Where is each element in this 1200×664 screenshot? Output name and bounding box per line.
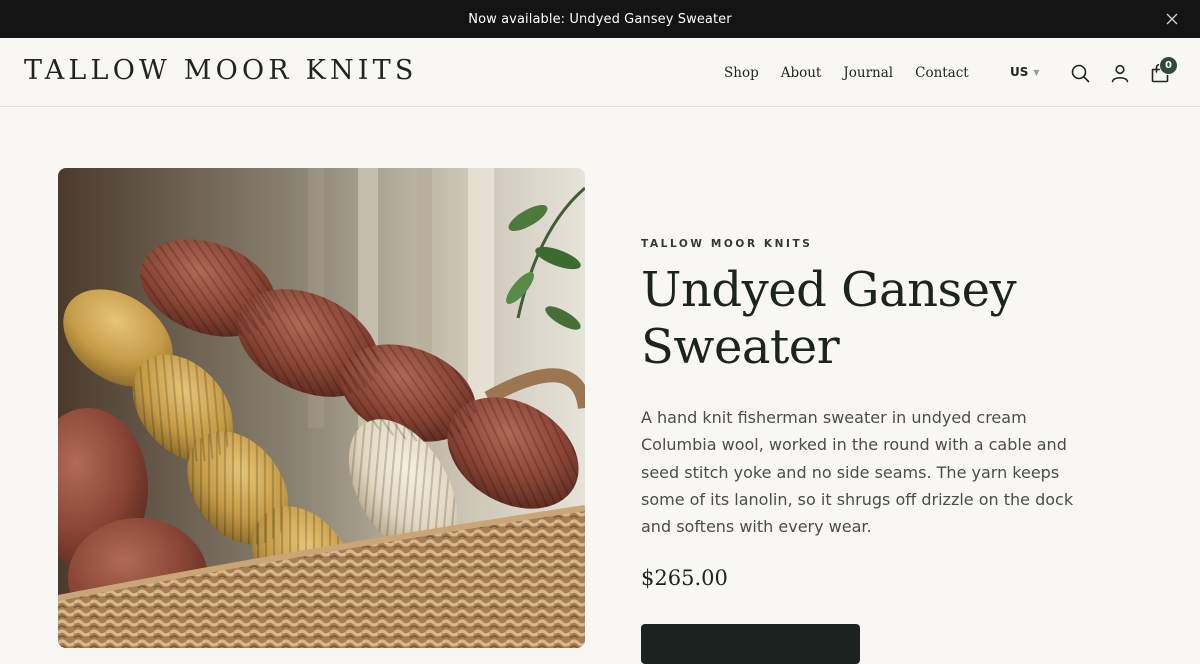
product-description: A hand knit fisherman sweater in undyed …: [641, 408, 1074, 537]
announcement-text: Now available: Undyed Gansey Sweater: [468, 11, 732, 27]
main-nav: Shop About Journal Contact: [724, 65, 991, 81]
product-image[interactable]: [58, 168, 585, 648]
nav-contact[interactable]: Contact: [915, 65, 969, 81]
nav-journal[interactable]: Journal: [843, 65, 893, 81]
chevron-down-icon: ▼: [1033, 67, 1040, 77]
cart-count-badge: 0: [1159, 56, 1178, 75]
close-icon[interactable]: [1164, 11, 1180, 27]
nav-shop[interactable]: Shop: [724, 65, 759, 81]
site-header: TALLOW MOOR KNITS Shop About Journal Con…: [0, 38, 1200, 107]
currency-label: US: [1010, 65, 1029, 79]
nav-about[interactable]: About: [781, 65, 822, 81]
search-icon[interactable]: [1069, 62, 1091, 84]
product-vendor: TALLOW MOOR KNITS: [641, 238, 813, 250]
currency-selector[interactable]: US ▼: [1010, 65, 1040, 79]
add-to-cart-button[interactable]: [641, 624, 860, 664]
product-price: $265.00: [641, 566, 728, 590]
cart-icon[interactable]: 0: [1149, 56, 1178, 84]
product-title: Undyed Gansey Sweater: [641, 262, 1017, 375]
account-icon[interactable]: [1109, 62, 1131, 84]
announcement-bar: Now available: Undyed Gansey Sweater: [0, 0, 1200, 38]
site-logo[interactable]: TALLOW MOOR KNITS: [24, 55, 418, 86]
